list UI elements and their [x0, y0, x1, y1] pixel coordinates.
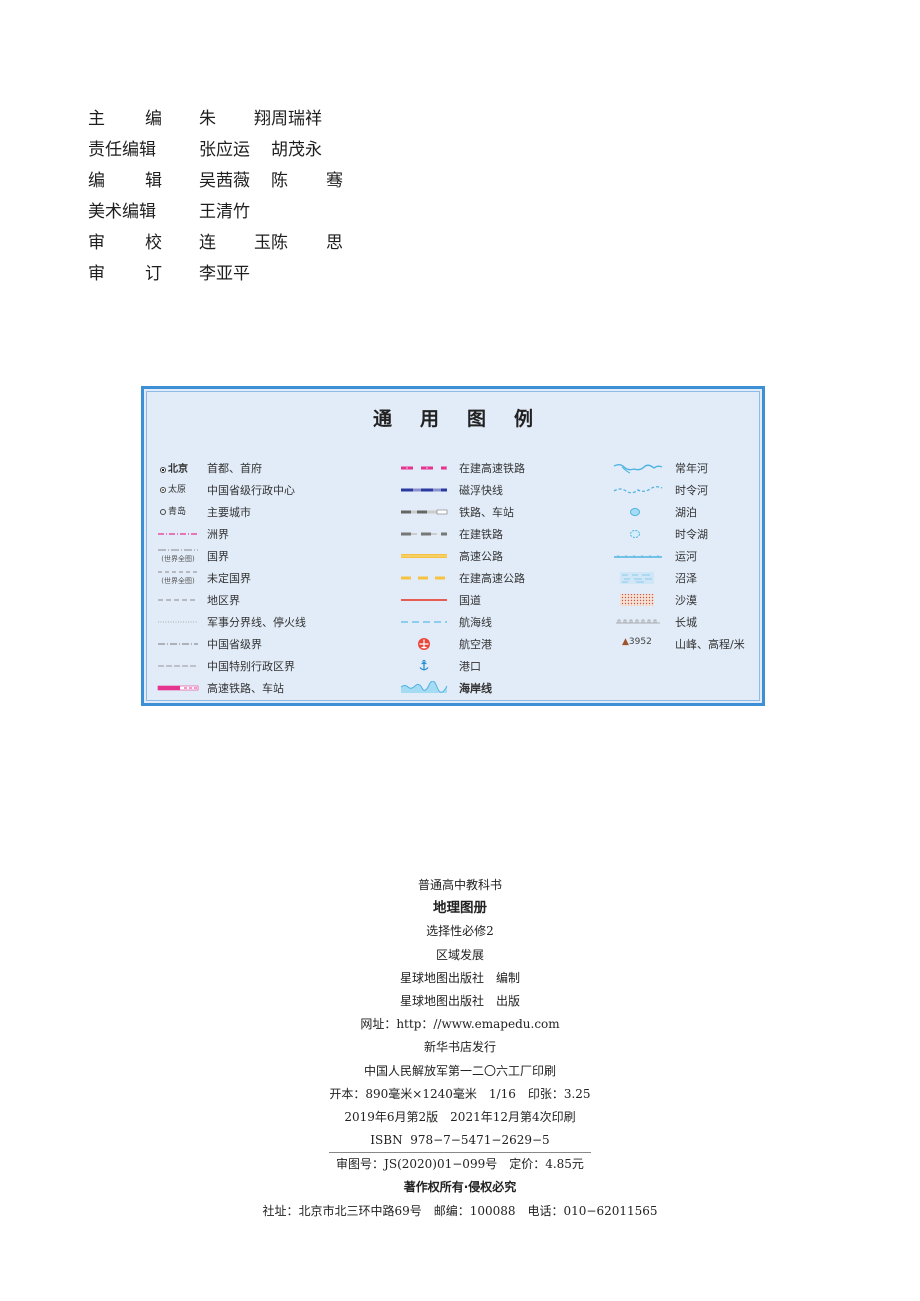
publisher: 星球地图出版社 出版 — [399, 993, 520, 1008]
legend-label: 港口 — [459, 660, 481, 673]
hsr-under-construction-icon — [401, 466, 447, 470]
legend-label: 中国特别行政区界 — [207, 660, 295, 673]
expressway-under-construction-icon — [401, 576, 447, 580]
compiler: 星球地图出版社 编制 — [399, 970, 520, 985]
legend-label: 洲界 — [207, 528, 229, 541]
credit-role: 美术编辑 — [88, 202, 156, 222]
legend-label: 沙漠 — [675, 594, 697, 607]
credit-role: 主编 — [88, 109, 162, 129]
book-topic: 区域发展 — [435, 947, 484, 962]
credit-name: 周瑞祥 — [271, 109, 322, 129]
major-city-icon: 青岛 — [160, 504, 186, 517]
credit-name: 王清竹 — [199, 202, 250, 222]
provincial-boundary-icon — [158, 643, 198, 645]
undefined-boundary-icon: (世界全图) — [158, 571, 198, 585]
legend-label: 中国省级界 — [207, 638, 262, 651]
sea-route-icon — [401, 621, 447, 623]
legend-label: 航空港 — [459, 638, 492, 651]
publisher-address: 社址：北京市北三环中路69号 邮编：100088 电话：010−62011565 — [262, 1203, 658, 1218]
colophon: 普通高中教科书 地理图册 选择性必修2 区域发展 星球地图出版社 编制 星球地图… — [0, 874, 920, 1223]
legend-label: 军事分界线、停火线 — [207, 616, 306, 629]
credit-name: 吴茜薇 — [199, 171, 250, 191]
legend-label: 山峰、高程/米 — [675, 638, 745, 651]
lake-icon — [630, 508, 640, 516]
marsh-icon — [620, 572, 654, 584]
credit-role: 审校 — [88, 233, 162, 253]
legend-label: 常年河 — [675, 462, 708, 475]
credit-name: 李亚平 — [199, 264, 250, 284]
legend-label: 沼泽 — [675, 572, 697, 585]
coastline-icon — [400, 681, 448, 693]
credit-name: 胡茂永 — [271, 140, 322, 160]
expressway-icon — [401, 554, 447, 558]
website: 网址：http：//www.emapedu.com — [360, 1017, 560, 1032]
legend-title: 通用图例 — [372, 408, 561, 430]
credit-name: 连玉 — [199, 233, 271, 253]
copyright-notice: 著作权所有·侵权必究 — [403, 1180, 517, 1195]
legend-label: 时令河 — [675, 484, 708, 497]
distributor: 新华书店发行 — [423, 1040, 496, 1055]
ceasefire-line-icon — [158, 621, 198, 623]
high-speed-rail-icon — [157, 685, 199, 691]
legend-label: 在建高速铁路 — [459, 462, 525, 475]
desert-icon — [620, 594, 654, 606]
railway-station-icon — [401, 509, 448, 515]
perennial-river-icon — [613, 464, 663, 474]
legend-label: 湖泊 — [675, 506, 697, 519]
legend-label: 未定国界 — [207, 572, 251, 585]
credit-role: 审订 — [88, 264, 162, 284]
legend-label: 主要城市 — [207, 506, 251, 519]
legend-label: 中国省级行政中心 — [207, 484, 295, 497]
credit-role: 责任编辑 — [88, 140, 156, 160]
printer: 中国人民解放军第一二〇六工厂印刷 — [363, 1063, 556, 1078]
railway-under-construction-icon — [401, 532, 447, 536]
legend-label: 高速铁路、车站 — [207, 682, 284, 695]
national-road-icon — [401, 599, 447, 601]
legend-label: 国界 — [207, 550, 229, 563]
legend-label: 长城 — [675, 616, 697, 629]
credit-name: 朱翔 — [199, 109, 271, 129]
legend-label: 铁路、车站 — [459, 506, 514, 519]
seasonal-lake-icon — [630, 530, 640, 538]
canal-icon — [614, 555, 662, 558]
svg-text:(世界全图): (世界全图) — [161, 576, 195, 585]
legend-label: 时令湖 — [675, 528, 708, 541]
legend-label: 国道 — [459, 594, 481, 607]
legend-label: 航海线 — [459, 616, 492, 629]
regional-boundary-icon — [158, 599, 198, 601]
airport-icon — [418, 638, 430, 650]
legend-label: 高速公路 — [459, 550, 503, 563]
credit-name: 陈思 — [271, 233, 343, 253]
sar-boundary-icon — [158, 665, 198, 667]
legend-label: 海岸线 — [459, 682, 492, 695]
review-and-price: 审图号：JS(2020)01−099号 定价：4.85元 — [336, 1157, 584, 1172]
series-name: 普通高中教科书 — [417, 878, 502, 892]
legend-label: 在建铁路 — [459, 528, 503, 541]
credit-name: 张应运 — [199, 140, 250, 160]
mountain-peak-icon: ▲3952 — [622, 637, 652, 647]
legend-label: 运河 — [675, 550, 697, 563]
format-info: 开本：890毫米×1240毫米 1/16 印张：3.25 — [329, 1086, 591, 1101]
isbn: ISBN 978−7−5471−2629−5 — [370, 1133, 550, 1148]
continent-boundary-icon — [158, 533, 198, 535]
seasonal-river-icon — [613, 486, 663, 494]
provincial-capital-icon: 太原 — [160, 482, 186, 495]
legend-box: 通用图例 北京 首都、首府 太原 中国省级行政中心 青岛 主要城市 洲界 (世界… — [141, 386, 765, 706]
svg-text:(世界全图): (世界全图) — [161, 554, 195, 563]
legend-label: 磁浮快线 — [459, 484, 503, 497]
credit-name: 陈骞 — [271, 171, 343, 191]
book-title: 地理图册 — [433, 900, 487, 917]
edition-info: 2019年6月第2版 2021年12月第4次印刷 — [344, 1109, 576, 1124]
legend-label: 在建高速公路 — [459, 572, 525, 585]
great-wall-icon — [616, 619, 660, 624]
national-boundary-icon: (世界全图) — [158, 549, 198, 563]
capital-city-icon: 北京 — [160, 460, 188, 475]
book-subtitle: 选择性必修2 — [426, 924, 494, 939]
legend-label: 首都、首府 — [207, 462, 262, 475]
legend-label: 地区界 — [207, 594, 240, 607]
credit-role: 编辑 — [88, 171, 162, 191]
port-anchor-icon — [418, 659, 430, 672]
maglev-icon — [401, 488, 447, 492]
